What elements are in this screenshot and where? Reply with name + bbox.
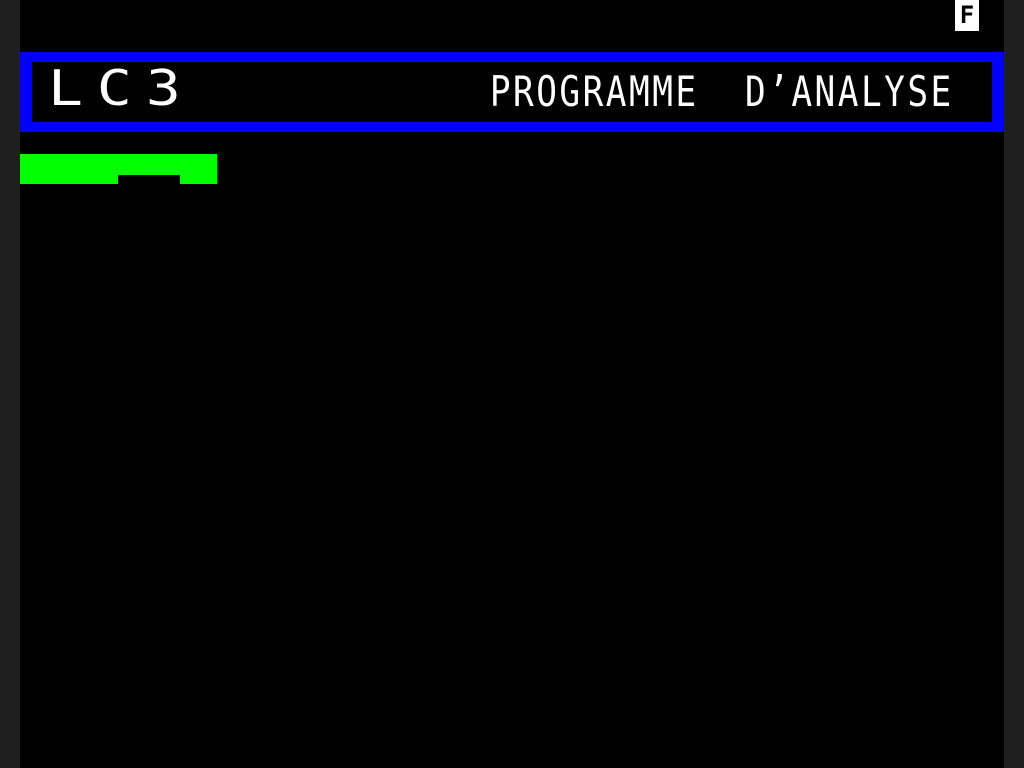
- green-cursor-bar: [20, 154, 217, 184]
- app-title: LC3: [48, 58, 195, 117]
- header-banner: LC3 PROGRAMME D’ANALYSE: [20, 52, 1004, 132]
- program-subtitle: PROGRAMME D’ANALYSE: [490, 67, 954, 116]
- header-inner: LC3 PROGRAMME D’ANALYSE: [32, 62, 992, 122]
- green-bar-notch: [118, 175, 180, 184]
- status-indicator: F: [955, 0, 979, 31]
